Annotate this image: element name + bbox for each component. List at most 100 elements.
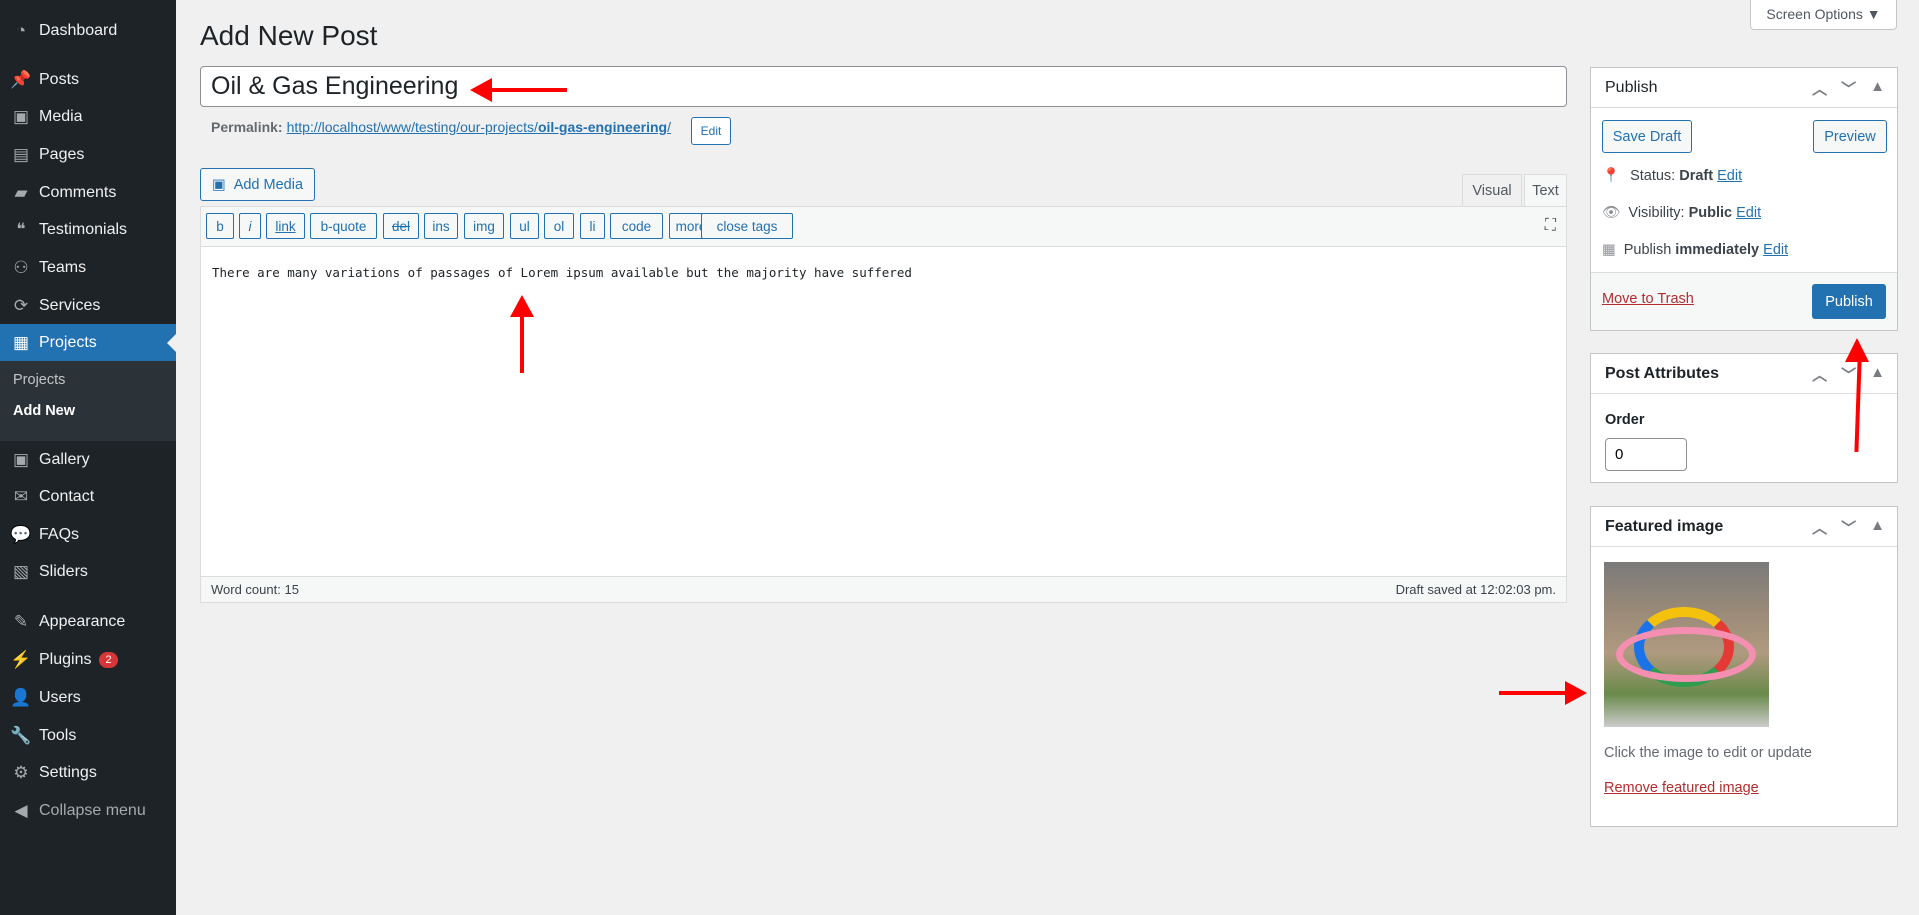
sidebar-item-label: FAQs <box>39 525 80 543</box>
post-attributes-box: Post Attributes ︿ ﹀ ▲ Order <box>1590 353 1898 483</box>
sidebar-item-pages[interactable]: ▤ Pages <box>0 136 176 173</box>
sidebar-item-gallery[interactable]: ▣ Gallery <box>0 441 176 478</box>
sidebar-item-contact[interactable]: ✉ Contact <box>0 478 176 515</box>
remove-featured-image-link[interactable]: Remove featured image <box>1604 780 1759 796</box>
sidebar-item-label: Contact <box>39 487 95 505</box>
move-down-icon[interactable]: ﹀ <box>1841 78 1856 99</box>
tab-visual[interactable]: Visual <box>1462 174 1522 206</box>
add-media-button[interactable]: ▣ Add Media <box>200 168 315 201</box>
quicktag-i[interactable]: i <box>239 213 261 239</box>
quicktag-b[interactable]: b <box>206 213 234 239</box>
publish-button[interactable]: Publish <box>1812 284 1886 319</box>
sidebar-item-label: Dashboard <box>39 21 118 39</box>
move-up-icon[interactable]: ︿ <box>1812 78 1827 99</box>
sidebar-item-label: Posts <box>39 70 80 88</box>
annotation-arrow-title <box>490 88 567 92</box>
quicktag-li[interactable]: li <box>580 213 605 239</box>
sidebar-item-projects[interactable]: ▦ Projects <box>0 324 176 361</box>
annotation-arrowhead-content <box>510 295 534 317</box>
dashboard-icon: ◔ <box>15 20 27 40</box>
quicktag-img[interactable]: img <box>464 213 504 239</box>
settings-icon: ⚙ <box>13 762 29 782</box>
sidebar-item-tools[interactable]: 🔧 Tools <box>0 717 176 754</box>
sidebar-item-label: Sliders <box>39 562 88 580</box>
quicktag-code[interactable]: code <box>610 213 663 239</box>
sidebar-item-comments[interactable]: ▰ Comments <box>0 174 176 211</box>
sidebar-item-appearance[interactable]: ✎ Appearance <box>0 603 176 640</box>
status-bar: Word count: 15 Draft saved at 12:02:03 p… <box>201 576 1566 602</box>
toggle-icon[interactable]: ▲ <box>1870 364 1885 385</box>
submenu-projects[interactable]: Projects <box>13 372 65 388</box>
page-title: Add New Post <box>200 20 378 51</box>
sidebar-item-label: Projects <box>39 333 97 351</box>
quicktag-close-tags[interactable]: close tags <box>701 213 793 239</box>
quicktag-del[interactable]: del <box>383 213 419 239</box>
schedule-edit-link[interactable]: Edit <box>1763 242 1788 258</box>
sidebar-item-services[interactable]: ⟳ Services <box>0 287 176 324</box>
sidebar-item-users[interactable]: 👤 Users <box>0 679 176 716</box>
layout-icon: ▦ <box>12 332 30 352</box>
schedule-label: Publish <box>1623 242 1672 258</box>
featured-image-thumbnail[interactable] <box>1604 562 1769 727</box>
sidebar-item-sliders[interactable]: ▧ Sliders <box>0 553 176 590</box>
move-down-icon[interactable]: ﹀ <box>1841 517 1856 538</box>
fullscreen-icon[interactable]: ⛶ <box>1545 217 1556 235</box>
preview-button[interactable]: Preview <box>1813 120 1887 153</box>
quicktag-ol[interactable]: ol <box>544 213 574 239</box>
visibility-label: Visibility: <box>1628 205 1685 221</box>
move-up-icon[interactable]: ︿ <box>1812 364 1827 385</box>
toggle-icon[interactable]: ▲ <box>1870 78 1885 99</box>
brush-icon: ✎ <box>13 611 29 631</box>
permalink-row: Permalink: http://localhost/www/testing/… <box>211 119 671 135</box>
sidebar-item-plugins[interactable]: ⚡ Plugins 2 <box>0 641 176 678</box>
draft-saved: Draft saved at 12:02:03 pm. <box>1395 582 1556 597</box>
annotation-arrowhead-publish <box>1845 338 1869 362</box>
screen-options-button[interactable]: Screen Options ▼ <box>1750 0 1897 30</box>
permalink-slug: oil-gas-engineering <box>537 119 668 135</box>
eye-icon: 👁 <box>1602 205 1621 221</box>
publish-actions: Move to Trash Publish <box>1591 272 1897 330</box>
pin-icon: 📍 <box>1602 168 1621 184</box>
toggle-icon[interactable]: ▲ <box>1870 517 1885 538</box>
order-input[interactable] <box>1605 438 1687 471</box>
status-row: 📍 Status: Draft Edit <box>1602 167 1742 184</box>
sidebar-item-dashboard[interactable]: ◔ Dashboard <box>0 12 176 49</box>
order-label: Order <box>1605 412 1645 428</box>
featured-image-title: Featured image <box>1605 517 1724 535</box>
sidebar-item-label: Services <box>39 296 101 314</box>
post-title-input[interactable] <box>200 66 1567 107</box>
annotation-arrowhead-title <box>470 78 492 102</box>
update-icon: ⟳ <box>13 295 29 315</box>
schedule-row: ▦ Publish immediately Edit <box>1602 242 1788 258</box>
sidebar-item-settings[interactable]: ⚙ Settings <box>0 754 176 791</box>
status-edit-link[interactable]: Edit <box>1717 168 1742 184</box>
quicktag-ul[interactable]: ul <box>510 213 539 239</box>
sidebar-item-teams[interactable]: ⚇ Teams <box>0 249 176 286</box>
chat-icon: 💬 <box>10 524 32 544</box>
visibility-edit-link[interactable]: Edit <box>1736 205 1761 221</box>
email-icon: ✉ <box>13 486 29 506</box>
move-up-icon[interactable]: ︿ <box>1812 517 1827 538</box>
move-to-trash-link[interactable]: Move to Trash <box>1602 291 1694 307</box>
media-icon: ▣ <box>12 106 30 126</box>
sidebar-item-posts[interactable]: 📌 Posts <box>0 61 176 98</box>
comment-icon: ▰ <box>14 182 28 202</box>
tab-text[interactable]: Text <box>1524 174 1567 207</box>
visibility-row: 👁 Visibility: Public Edit <box>1602 204 1761 221</box>
collapse-menu-button[interactable]: ◀ Collapse menu <box>0 792 176 829</box>
sidebar-item-media[interactable]: ▣ Media <box>0 98 176 135</box>
quicktag-b-quote[interactable]: b-quote <box>310 213 377 239</box>
quicktag-link[interactable]: link <box>266 213 305 239</box>
content-textarea[interactable]: There are many variations of passages of… <box>212 265 912 280</box>
permalink-end: / <box>667 119 671 135</box>
sidebar-item-faqs[interactable]: 💬 FAQs <box>0 516 176 553</box>
save-draft-button[interactable]: Save Draft <box>1602 120 1692 153</box>
sidebar-item-testimonials[interactable]: ❝ Testimonials <box>0 211 176 248</box>
quicktag-ins[interactable]: ins <box>424 213 458 239</box>
visibility-value: Public <box>1688 205 1733 221</box>
move-down-icon[interactable]: ﹀ <box>1841 364 1856 385</box>
publish-title: Publish <box>1605 78 1658 96</box>
permalink-link[interactable]: http://localhost/www/testing/our-project… <box>287 119 671 135</box>
permalink-edit-button[interactable]: Edit <box>691 117 731 145</box>
submenu-add-new[interactable]: Add New <box>13 403 75 419</box>
